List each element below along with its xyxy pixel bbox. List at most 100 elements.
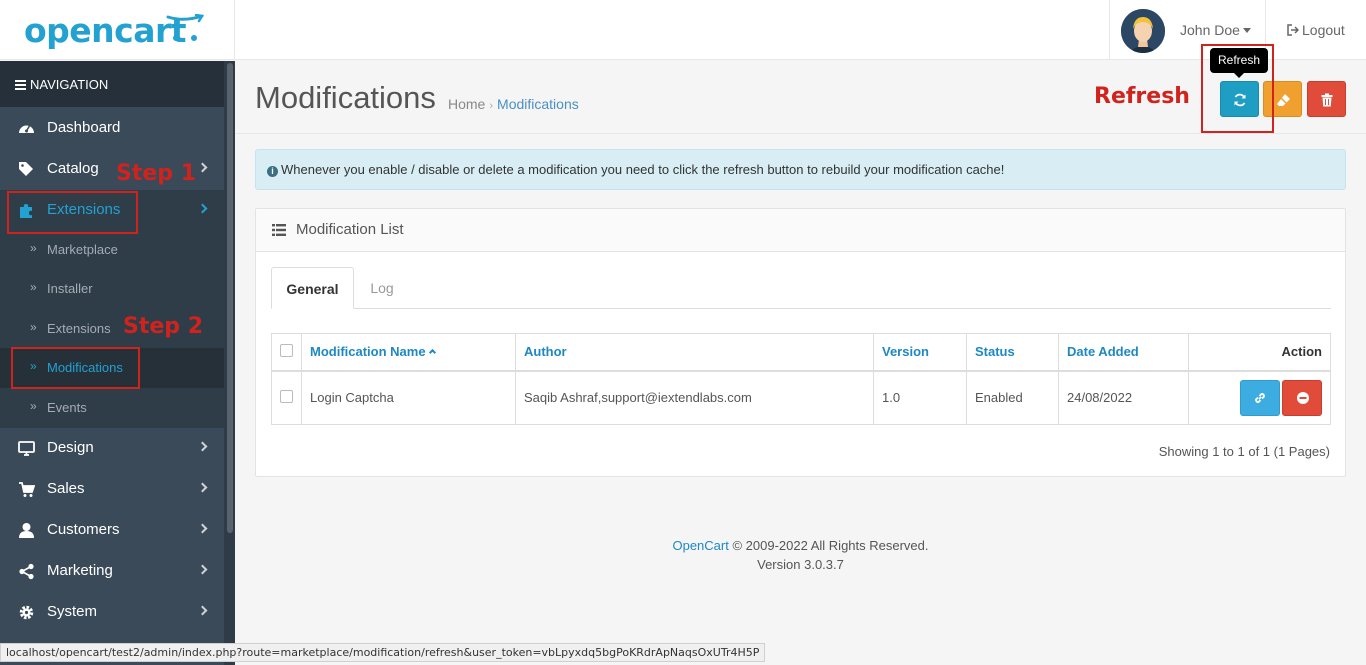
row-checkbox[interactable]: [280, 389, 293, 403]
sidebar-subitem-label: Marketplace: [47, 242, 118, 257]
logout-link[interactable]: Logout: [1287, 22, 1345, 38]
trash-icon: [1321, 93, 1333, 107]
top-header: opencart John Doe Logout: [0, 0, 1366, 60]
breadcrumb: Home › Modifications: [448, 96, 579, 112]
column-header-name[interactable]: Modification Name: [301, 333, 516, 372]
breadcrumb-separator: ›: [489, 100, 494, 112]
sidebar-item-label: Dashboard: [47, 119, 121, 136]
footer-copyright-line: OpenCart © 2009-2022 All Rights Reserved…: [235, 536, 1366, 555]
info-alert: i Whenever you enable / disable or delete…: [255, 149, 1346, 190]
tab-general[interactable]: General: [271, 267, 354, 309]
sidebar-item-marketing[interactable]: Marketing: [0, 551, 224, 591]
desktop-icon: [18, 441, 35, 456]
page-title: Modifications: [255, 80, 436, 115]
sidebar-scrollbar-thumb[interactable]: [227, 63, 233, 533]
table-header-row: Modification Name Author Version Status …: [271, 333, 1331, 372]
sidebar-item-label: System: [47, 603, 98, 620]
panel-heading: Modification List: [256, 209, 1345, 252]
table-row: Login Captcha Saqib Ashraf,support@iexte…: [271, 370, 1331, 425]
logout-label: Logout: [1302, 22, 1345, 38]
cell-author: Saqib Ashraf,support@iextendlabs.com: [515, 370, 874, 425]
cell-date-added: 24/08/2022: [1058, 370, 1189, 425]
chevron-right-icon: [197, 605, 208, 616]
sidebar-subitem-installer[interactable]: » Installer: [0, 269, 224, 309]
eraser-icon: [1277, 94, 1290, 106]
sidebar-item-label: Design: [47, 439, 94, 456]
sidebar-subitem-marketplace[interactable]: » Marketplace: [0, 230, 224, 270]
sidebar-subitem-events[interactable]: » Events: [0, 388, 224, 428]
user-icon: [19, 523, 34, 538]
panel-title: Modification List: [296, 221, 404, 238]
column-header-status[interactable]: Status: [966, 333, 1059, 372]
footer-version: Version 3.0.3.7: [757, 557, 844, 572]
disable-button[interactable]: [1282, 379, 1322, 416]
cell-action: [1188, 370, 1331, 425]
step1-highlight-box: [7, 191, 138, 234]
footer-opencart-link[interactable]: OpenCart: [672, 538, 728, 553]
dashboard-icon: [19, 124, 34, 133]
chevron-right-icon: [197, 482, 208, 493]
tab-log[interactable]: Log: [357, 267, 407, 309]
cart-icon: [19, 482, 35, 497]
caret-down-icon: [1243, 28, 1251, 33]
sidebar-item-label: Catalog: [47, 160, 99, 177]
breadcrumb-current-link[interactable]: Modifications: [497, 96, 579, 112]
logo[interactable]: opencart: [0, 0, 235, 60]
chevron-right-icon: [197, 523, 208, 534]
chevron-right-icon: [197, 441, 208, 452]
double-chevron-icon: »: [30, 241, 37, 255]
double-chevron-icon: »: [30, 280, 37, 294]
sidebar-item-label: Sales: [47, 480, 85, 497]
sidebar-item-customers[interactable]: Customers: [0, 510, 224, 550]
cell-status: Enabled: [966, 370, 1059, 425]
column-header-action: Action: [1188, 333, 1331, 372]
tab-bar: General Log: [271, 267, 1331, 309]
page-header: Modifications Home › Modifications: [235, 61, 1366, 134]
cell-name: Login Captcha: [301, 370, 516, 425]
sidebar-item-design[interactable]: Design: [0, 428, 224, 468]
column-header-version[interactable]: Version: [873, 333, 967, 372]
breadcrumb-home-link[interactable]: Home: [448, 96, 485, 112]
link-icon: [1255, 392, 1265, 403]
chevron-right-icon: [197, 203, 208, 214]
double-chevron-icon: »: [30, 320, 37, 334]
select-all-checkbox[interactable]: [280, 343, 293, 357]
sidebar-subitem-label: Installer: [47, 281, 93, 296]
info-circle-icon: i: [267, 166, 278, 177]
user-name: John Doe: [1180, 22, 1240, 38]
tags-icon: [19, 162, 33, 176]
bars-icon: [15, 80, 26, 90]
select-all-cell: [271, 333, 302, 372]
delete-button[interactable]: [1307, 81, 1346, 117]
step1-annotation: Step 1: [116, 161, 196, 186]
status-bar-url: localhost/opencart/test2/admin/index.php…: [0, 643, 766, 662]
step2-annotation: Step 2: [123, 314, 203, 339]
sort-asc-icon: [428, 349, 436, 357]
list-icon: [272, 224, 286, 236]
refresh-annotation: Refresh: [1094, 84, 1190, 109]
author-link-button[interactable]: [1240, 379, 1280, 416]
double-chevron-icon: »: [30, 399, 37, 413]
sidebar-subitem-label: Extensions: [47, 321, 111, 336]
sidebar-item-sales[interactable]: Sales: [0, 469, 224, 509]
column-header-author[interactable]: Author: [515, 333, 874, 372]
chevron-right-icon: [197, 162, 208, 173]
sidebar-item-system[interactable]: System: [0, 592, 224, 632]
pagination-summary: Showing 1 to 1 of 1 (1 Pages): [1158, 444, 1330, 459]
cell-version: 1.0: [873, 370, 967, 425]
footer-copyright: © 2009-2022 All Rights Reserved.: [732, 538, 929, 553]
footer: OpenCart © 2009-2022 All Rights Reserved…: [235, 536, 1366, 574]
modifications-table: Modification Name Author Version Status …: [271, 333, 1331, 425]
share-icon: [19, 563, 34, 580]
minus-circle-icon: [1297, 391, 1309, 404]
column-header-date-added[interactable]: Date Added: [1058, 333, 1189, 372]
chevron-right-icon: [197, 564, 208, 575]
cog-icon: [19, 605, 34, 620]
modification-list-panel: Modification List General Log Modificati…: [255, 208, 1346, 477]
sidebar-item-label: Customers: [47, 521, 120, 538]
sidebar-item-dashboard[interactable]: Dashboard: [0, 108, 224, 148]
sidebar-subitem-label: Events: [47, 400, 87, 415]
column-header-label: Modification Name: [310, 344, 426, 360]
nav-title: NAVIGATION: [30, 77, 109, 92]
row-select-cell: [271, 370, 302, 425]
